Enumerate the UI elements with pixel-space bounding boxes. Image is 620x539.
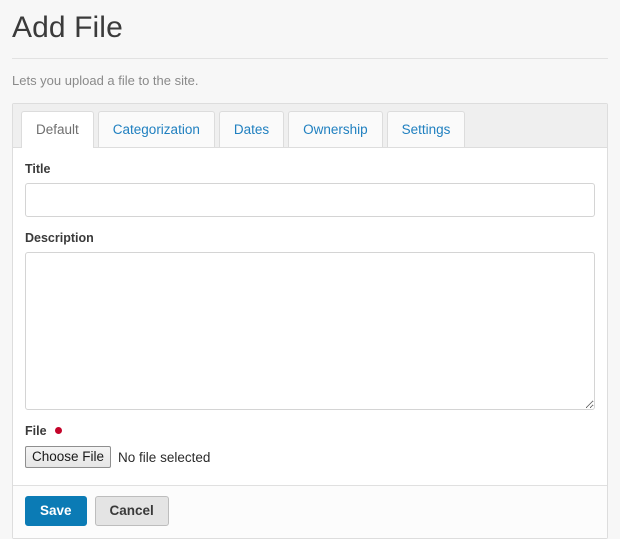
- description-label: Description: [25, 231, 595, 246]
- description-input[interactable]: [25, 252, 595, 410]
- required-dot-icon: [55, 427, 62, 434]
- tab-categorization[interactable]: Categorization: [98, 111, 215, 147]
- page-subtitle: Lets you upload a file to the site.: [12, 59, 608, 103]
- title-input[interactable]: [25, 183, 595, 217]
- tab-default[interactable]: Default: [21, 111, 94, 148]
- form-panel: Default Categorization Dates Ownership S…: [12, 103, 608, 539]
- field-file: File Choose File No file selected: [25, 424, 595, 469]
- tab-bar: Default Categorization Dates Ownership S…: [13, 104, 607, 148]
- page-title: Add File: [12, 0, 608, 58]
- tab-dates[interactable]: Dates: [219, 111, 284, 147]
- form-body: Title Description File Choose File No fi…: [13, 148, 607, 485]
- tab-ownership[interactable]: Ownership: [288, 111, 383, 147]
- field-title: Title: [25, 162, 595, 217]
- choose-file-button[interactable]: Choose File: [25, 446, 111, 468]
- save-button[interactable]: Save: [25, 496, 87, 526]
- title-label: Title: [25, 162, 595, 177]
- tab-settings[interactable]: Settings: [387, 111, 466, 147]
- field-description: Description: [25, 231, 595, 410]
- file-label: File: [25, 424, 595, 439]
- add-file-page: Add File Lets you upload a file to the s…: [0, 0, 620, 536]
- cancel-button[interactable]: Cancel: [95, 496, 169, 526]
- file-label-text: File: [25, 424, 47, 438]
- file-input-row[interactable]: Choose File No file selected: [25, 445, 595, 469]
- form-footer: Save Cancel: [13, 485, 607, 538]
- file-status-text: No file selected: [118, 450, 210, 465]
